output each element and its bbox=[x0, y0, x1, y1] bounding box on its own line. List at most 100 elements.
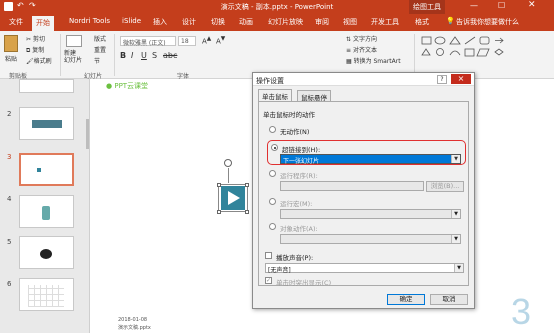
resize-handle[interactable] bbox=[217, 183, 221, 187]
rotate-handle-icon[interactable] bbox=[224, 159, 232, 167]
tab-design[interactable]: 设计 bbox=[182, 17, 196, 27]
tab-review[interactable]: 审阅 bbox=[315, 17, 329, 27]
highlight-label[interactable]: 单击时突出显示(C) bbox=[276, 277, 331, 287]
section-label: 单击鼠标时的动作 bbox=[263, 111, 315, 119]
ok-button[interactable]: 确定 bbox=[387, 294, 425, 305]
paste-label[interactable]: 粘贴 bbox=[5, 54, 17, 63]
footer-text: 演示文稿.pptx bbox=[118, 325, 151, 331]
underline-button[interactable]: U bbox=[141, 51, 147, 60]
title-bar: ↶ ↷ 演示文稿 - 副本.pptx - PowerPoint 绘图工具 — ☐… bbox=[0, 0, 554, 14]
thumbnail-content bbox=[40, 249, 52, 259]
object-action-dropdown: ▼ bbox=[280, 234, 461, 244]
radio-run-program[interactable] bbox=[269, 170, 276, 177]
scrollbar-thumb[interactable] bbox=[86, 119, 89, 149]
rotate-connector bbox=[228, 168, 229, 183]
section-button[interactable]: 节 bbox=[94, 56, 100, 65]
slide-thumbnail[interactable] bbox=[19, 195, 74, 228]
new-slide-icon[interactable] bbox=[66, 35, 82, 47]
tab-transitions[interactable]: 切换 bbox=[211, 17, 225, 27]
radio-object-action-label[interactable]: 对象动作(A): bbox=[280, 223, 318, 233]
tab-animations[interactable]: 动画 bbox=[239, 17, 253, 27]
tab-mouse-over[interactable]: 鼠标悬停 bbox=[297, 90, 331, 102]
font-size-dropdown[interactable]: 18 bbox=[178, 36, 196, 46]
bold-button[interactable]: B bbox=[120, 51, 126, 60]
paste-icon[interactable] bbox=[4, 35, 18, 52]
thumbnail-content bbox=[42, 206, 50, 220]
font-grow-button[interactable]: A▲ bbox=[202, 36, 211, 45]
chevron-down-icon: ▼ bbox=[454, 264, 463, 272]
play-icon bbox=[228, 191, 240, 205]
cut-button[interactable]: ✂ 剪切 bbox=[26, 34, 45, 43]
font-name-dropdown[interactable]: 微软雅黑 (正文) bbox=[120, 36, 176, 47]
font-shrink-button[interactable]: A▼ bbox=[216, 36, 225, 45]
radio-run-macro-label[interactable]: 运行宏(M): bbox=[280, 198, 312, 208]
italic-button[interactable]: I bbox=[131, 51, 133, 60]
layout-button[interactable]: 版式 bbox=[94, 34, 106, 43]
copy-button[interactable]: ⧉ 复制 bbox=[26, 45, 44, 55]
chevron-down-icon: ▼ bbox=[451, 155, 460, 163]
strikethrough-button[interactable]: abc bbox=[163, 51, 177, 60]
tab-nordri[interactable]: Nordri Tools bbox=[69, 17, 110, 25]
tab-islide[interactable]: iSlide bbox=[122, 17, 141, 25]
divider bbox=[60, 34, 61, 76]
radio-hyperlink-label[interactable]: 超链接到(H): bbox=[282, 144, 320, 154]
smartart-button[interactable]: ▦ 转换为 SmartArt bbox=[346, 56, 401, 65]
thumbnail-content bbox=[32, 120, 62, 128]
drawing-tools-label: 绘图工具 bbox=[409, 0, 445, 14]
highlight-checkbox[interactable]: ✓ bbox=[265, 277, 272, 284]
radio-none[interactable] bbox=[269, 126, 276, 133]
close-icon[interactable]: × bbox=[451, 74, 471, 84]
play-shape[interactable] bbox=[221, 186, 245, 210]
tab-file[interactable]: 文件 bbox=[9, 17, 23, 27]
radio-none-label[interactable]: 无动作(N) bbox=[280, 126, 309, 136]
slide-number: 4 bbox=[7, 195, 12, 203]
play-sound-label[interactable]: 播放声音(P): bbox=[276, 252, 313, 262]
copy-icon: ⧉ bbox=[26, 47, 31, 54]
text-direction-icon: ⇅ bbox=[346, 36, 352, 43]
radio-hyperlink[interactable] bbox=[271, 144, 278, 151]
tab-home[interactable]: 开始 bbox=[32, 16, 54, 31]
help-icon[interactable]: ? bbox=[437, 75, 447, 84]
dialog-title-bar: 操作设置 ? × bbox=[253, 73, 474, 86]
tell-me-box[interactable]: 告诉我你想要做什么 bbox=[456, 17, 519, 27]
play-sound-checkbox[interactable] bbox=[265, 252, 272, 259]
wechat-icon: ● bbox=[106, 82, 113, 90]
resize-handle[interactable] bbox=[245, 210, 249, 214]
resize-handle[interactable] bbox=[245, 183, 249, 187]
close-icon[interactable]: ✕ bbox=[528, 0, 536, 10]
new-slide-button[interactable]: 新建 幻灯片 bbox=[64, 50, 82, 64]
slide-thumbnail[interactable] bbox=[19, 236, 74, 269]
dialog-panel: 单击鼠标时的动作 无动作(N) 超链接到(H): 下一张幻灯片 ▼ 运行程序(R… bbox=[258, 101, 469, 287]
sound-dropdown[interactable]: [无声音] ▼ bbox=[265, 263, 464, 274]
slide-thumbnail-panel: 2 3 4 5 6 bbox=[0, 79, 90, 333]
shadow-button[interactable]: S bbox=[152, 51, 157, 60]
slide-thumbnail[interactable] bbox=[19, 79, 74, 93]
text-direction-button[interactable]: ⇅ 文字方向 bbox=[346, 34, 377, 43]
tab-slideshow[interactable]: 幻灯片放映 bbox=[268, 17, 303, 27]
shapes-gallery[interactable] bbox=[420, 35, 550, 65]
hyperlink-dropdown[interactable]: 下一张幻灯片 ▼ bbox=[280, 154, 461, 165]
big-slide-number: 3 bbox=[511, 291, 532, 332]
tab-developer[interactable]: 开发工具 bbox=[371, 17, 399, 27]
lightbulb-icon: 💡 bbox=[446, 17, 455, 25]
tab-view[interactable]: 视图 bbox=[343, 17, 357, 27]
reset-button[interactable]: 重置 bbox=[94, 45, 106, 54]
smartart-icon: ▦ bbox=[346, 58, 352, 65]
thumbnail-content bbox=[37, 168, 41, 172]
tab-insert[interactable]: 插入 bbox=[153, 17, 167, 27]
slide-thumbnail-selected[interactable] bbox=[19, 153, 74, 186]
minimize-icon[interactable]: — bbox=[470, 1, 478, 10]
footer-date: 2018-01-08 bbox=[118, 317, 148, 323]
maximize-icon[interactable]: ☐ bbox=[498, 1, 505, 10]
resize-handle[interactable] bbox=[217, 210, 221, 214]
radio-object-action[interactable] bbox=[269, 223, 276, 230]
slide-thumbnail[interactable] bbox=[19, 278, 74, 311]
format-painter-button[interactable]: 🖌格式刷 bbox=[26, 56, 52, 65]
tab-mouse-click[interactable]: 单击鼠标 bbox=[258, 89, 292, 101]
slide-thumbnail[interactable] bbox=[19, 107, 74, 140]
tab-format[interactable]: 格式 bbox=[415, 17, 429, 27]
radio-run-program-label[interactable]: 运行程序(R): bbox=[280, 170, 318, 180]
align-text-button[interactable]: ≡ 对齐文本 bbox=[346, 45, 377, 54]
cancel-button[interactable]: 取消 bbox=[430, 294, 468, 305]
radio-run-macro[interactable] bbox=[269, 198, 276, 205]
